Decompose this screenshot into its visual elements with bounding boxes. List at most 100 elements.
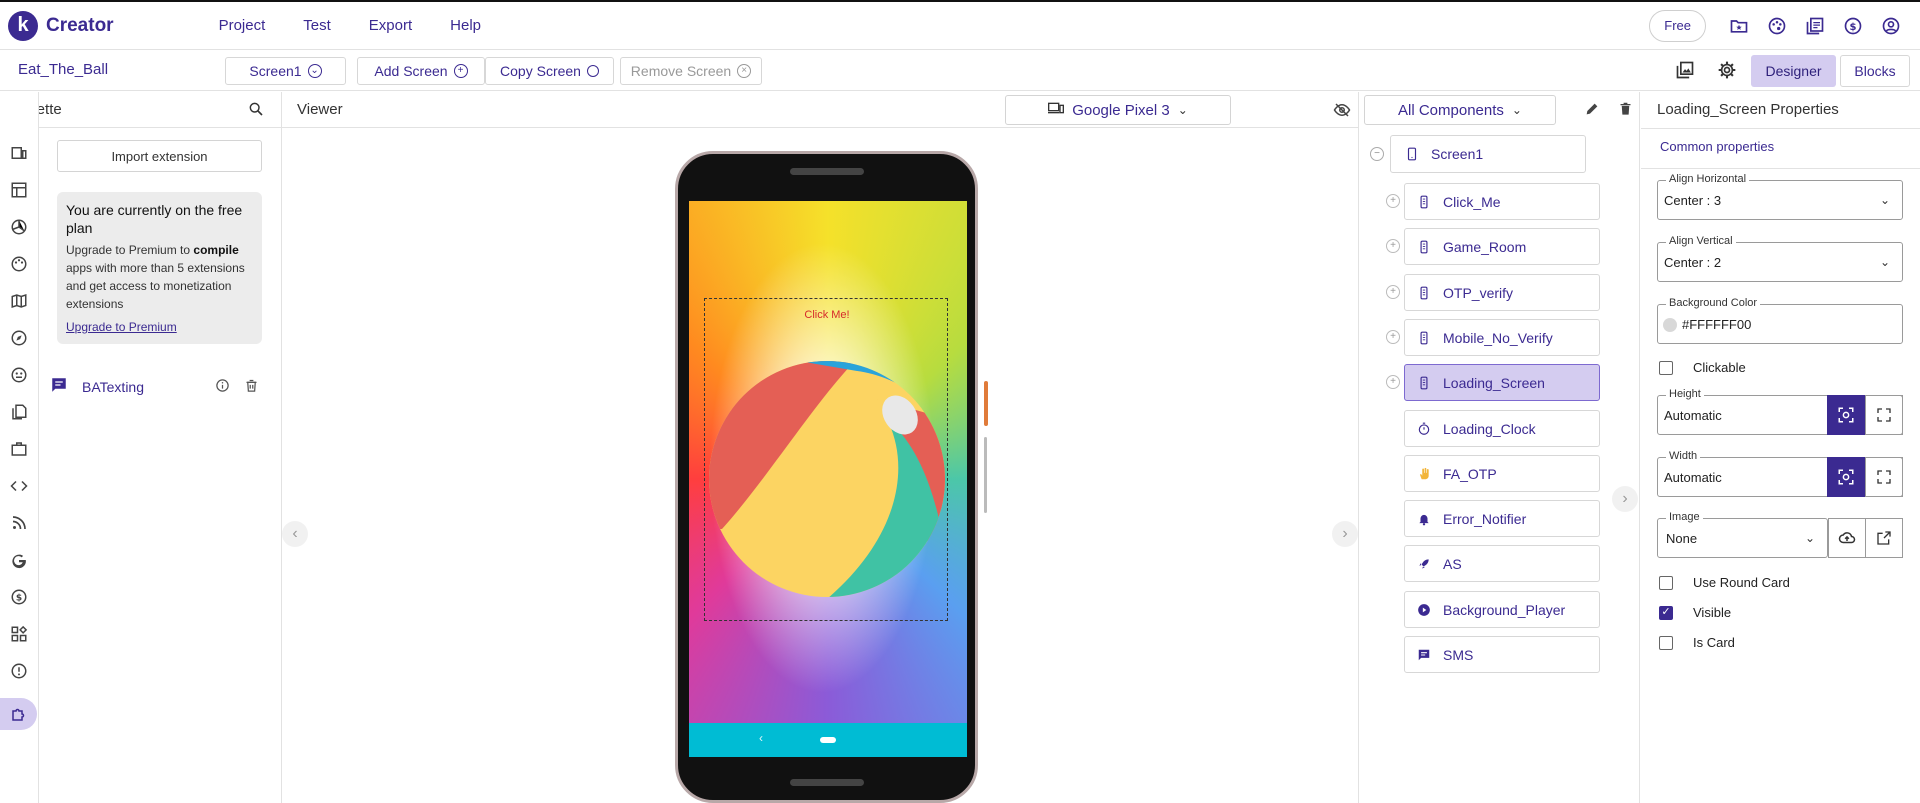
upload-image-button[interactable] [1828, 518, 1866, 558]
open-image-button[interactable] [1865, 518, 1903, 558]
tree-item-mobile-no-verify[interactable]: Mobile_No_Verify [1404, 319, 1600, 356]
media-icon[interactable] [10, 218, 28, 236]
add-screen-label: Add Screen [374, 63, 448, 79]
tree-item-game-room[interactable]: Game_Room [1404, 228, 1600, 265]
folder-star-icon[interactable] [1729, 16, 1749, 36]
layout-icon[interactable] [10, 181, 28, 199]
expand-toggle[interactable]: + [1386, 375, 1400, 389]
clickable-checkbox[interactable]: Clickable [1659, 360, 1746, 375]
visible-checkbox[interactable]: ✓ Visible [1659, 605, 1731, 620]
pencil-icon[interactable] [1584, 101, 1600, 122]
tree-root-label: Screen1 [1431, 146, 1484, 162]
widgets-icon[interactable] [10, 625, 28, 643]
trash-icon[interactable] [1618, 101, 1633, 122]
copy-screen-button[interactable]: Copy Screen [485, 57, 614, 85]
visible-box[interactable]: ✓ [1659, 605, 1673, 620]
library-icon[interactable] [1805, 16, 1825, 36]
import-extension-button[interactable]: Import extension [57, 140, 262, 172]
designer-button[interactable]: Designer [1751, 55, 1836, 87]
search-icon[interactable] [248, 101, 264, 122]
tree-item-sms[interactable]: SMS [1404, 636, 1600, 673]
app-logo[interactable]: k Creator [8, 10, 114, 41]
click-me-button[interactable]: Click Me! [705, 309, 949, 321]
plan-button[interactable]: Free [1649, 10, 1706, 42]
account-icon[interactable] [1881, 16, 1901, 36]
experimental-icon[interactable] [10, 662, 28, 680]
code-icon[interactable] [10, 477, 28, 495]
tree-item-fa-otp[interactable]: FA_OTP [1404, 455, 1600, 492]
align-vertical-select[interactable]: Align Vertical Center : 2 ⌄ [1657, 235, 1903, 282]
storage-icon[interactable] [10, 403, 28, 421]
align-horizontal-value: Center : 3 [1664, 193, 1722, 208]
clickable-box[interactable] [1659, 360, 1673, 375]
map-icon[interactable] [10, 292, 28, 310]
width-field[interactable]: Width Automatic [1657, 450, 1903, 497]
google-icon[interactable] [10, 551, 28, 569]
components-filter[interactable]: All Components ⌄ [1364, 95, 1556, 125]
tree-item-loading-screen[interactable]: Loading_Screen [1404, 364, 1600, 401]
tree-item-loading-clock[interactable]: Loading_Clock [1404, 410, 1600, 447]
phone-power-button [984, 381, 988, 426]
briefcase-icon[interactable] [10, 440, 28, 458]
palette-icon[interactable] [1767, 16, 1787, 36]
menu-export[interactable]: Export [369, 17, 412, 34]
expand-toggle[interactable]: + [1386, 285, 1400, 299]
use-round-card-box[interactable] [1659, 575, 1673, 590]
tree-item-as[interactable]: AS [1404, 545, 1600, 582]
height-automatic-button[interactable] [1827, 395, 1865, 435]
user-interface-icon[interactable] [10, 144, 28, 162]
compass-icon[interactable] [10, 329, 28, 347]
menu-test[interactable]: Test [303, 17, 331, 34]
rss-icon[interactable] [10, 514, 28, 532]
image-select[interactable]: Image None ⌄ [1657, 511, 1828, 558]
chevron-right-icon[interactable]: › [1612, 486, 1638, 512]
extension-icon[interactable] [0, 698, 37, 730]
back-icon[interactable]: ‹ [759, 731, 763, 745]
menu-project[interactable]: Project [219, 17, 266, 34]
home-icon[interactable] [820, 737, 836, 743]
drawing-palette-icon[interactable] [10, 255, 28, 273]
expand-toggle[interactable]: + [1386, 330, 1400, 344]
screen-selector[interactable]: Screen1 ⌄ [225, 57, 346, 85]
color-swatch[interactable] [1663, 318, 1677, 332]
menu-help[interactable]: Help [450, 17, 481, 34]
extension-item[interactable]: BATexting [50, 374, 265, 400]
use-round-card-checkbox[interactable]: Use Round Card [1659, 575, 1790, 590]
expand-toggle[interactable]: + [1386, 194, 1400, 208]
image-label: Image [1666, 511, 1703, 523]
gear-icon[interactable] [1717, 60, 1737, 80]
phone-screen[interactable]: Click Me! ‹ [689, 201, 967, 757]
tree-root-screen1[interactable]: Screen1 [1390, 135, 1586, 173]
blocks-button[interactable]: Blocks [1840, 55, 1910, 87]
tree-item-error-notifier[interactable]: Error_Notifier [1404, 500, 1600, 537]
remove-screen-button[interactable]: Remove Screen × [620, 57, 762, 85]
tree-item-background-player[interactable]: Background_Player [1404, 591, 1600, 628]
loading-screen-arrangement[interactable]: Click Me! [704, 298, 948, 621]
dollar-icon[interactable]: $ [1843, 16, 1863, 36]
device-selector[interactable]: Google Pixel 3 ⌄ [1005, 95, 1231, 125]
svg-text:$: $ [1850, 22, 1857, 33]
chevron-right-icon[interactable]: › [1332, 521, 1358, 547]
tree-item-otp-verify[interactable]: OTP_verify [1404, 274, 1600, 311]
collapse-toggle[interactable]: − [1370, 147, 1384, 161]
add-screen-button[interactable]: Add Screen + [357, 57, 485, 85]
width-automatic-button[interactable] [1827, 457, 1865, 497]
is-card-checkbox[interactable]: Is Card [1659, 635, 1735, 650]
width-fill-parent-button[interactable] [1865, 457, 1903, 497]
gallery-icon[interactable] [1675, 60, 1695, 80]
monetization-icon[interactable]: $ [10, 588, 28, 606]
expand-toggle[interactable]: + [1386, 239, 1400, 253]
background-color-field[interactable]: Background Color #FFFFFF00 [1657, 297, 1903, 344]
sensors-icon[interactable] [10, 366, 28, 384]
tree-item-click-me[interactable]: Click_Me [1404, 183, 1600, 220]
info-icon[interactable] [215, 378, 230, 398]
height-field[interactable]: Height Automatic [1657, 388, 1903, 435]
height-fill-parent-button[interactable] [1865, 395, 1903, 435]
chevron-left-icon[interactable]: ‹ [282, 521, 308, 547]
common-properties-heading[interactable]: Common properties [1660, 139, 1774, 154]
eye-off-icon[interactable] [1333, 101, 1351, 124]
upgrade-link[interactable]: Upgrade to Premium [66, 320, 253, 334]
delete-icon[interactable] [244, 378, 259, 398]
align-horizontal-select[interactable]: Align Horizontal Center : 3 ⌄ [1657, 173, 1903, 220]
is-card-box[interactable] [1659, 635, 1673, 650]
